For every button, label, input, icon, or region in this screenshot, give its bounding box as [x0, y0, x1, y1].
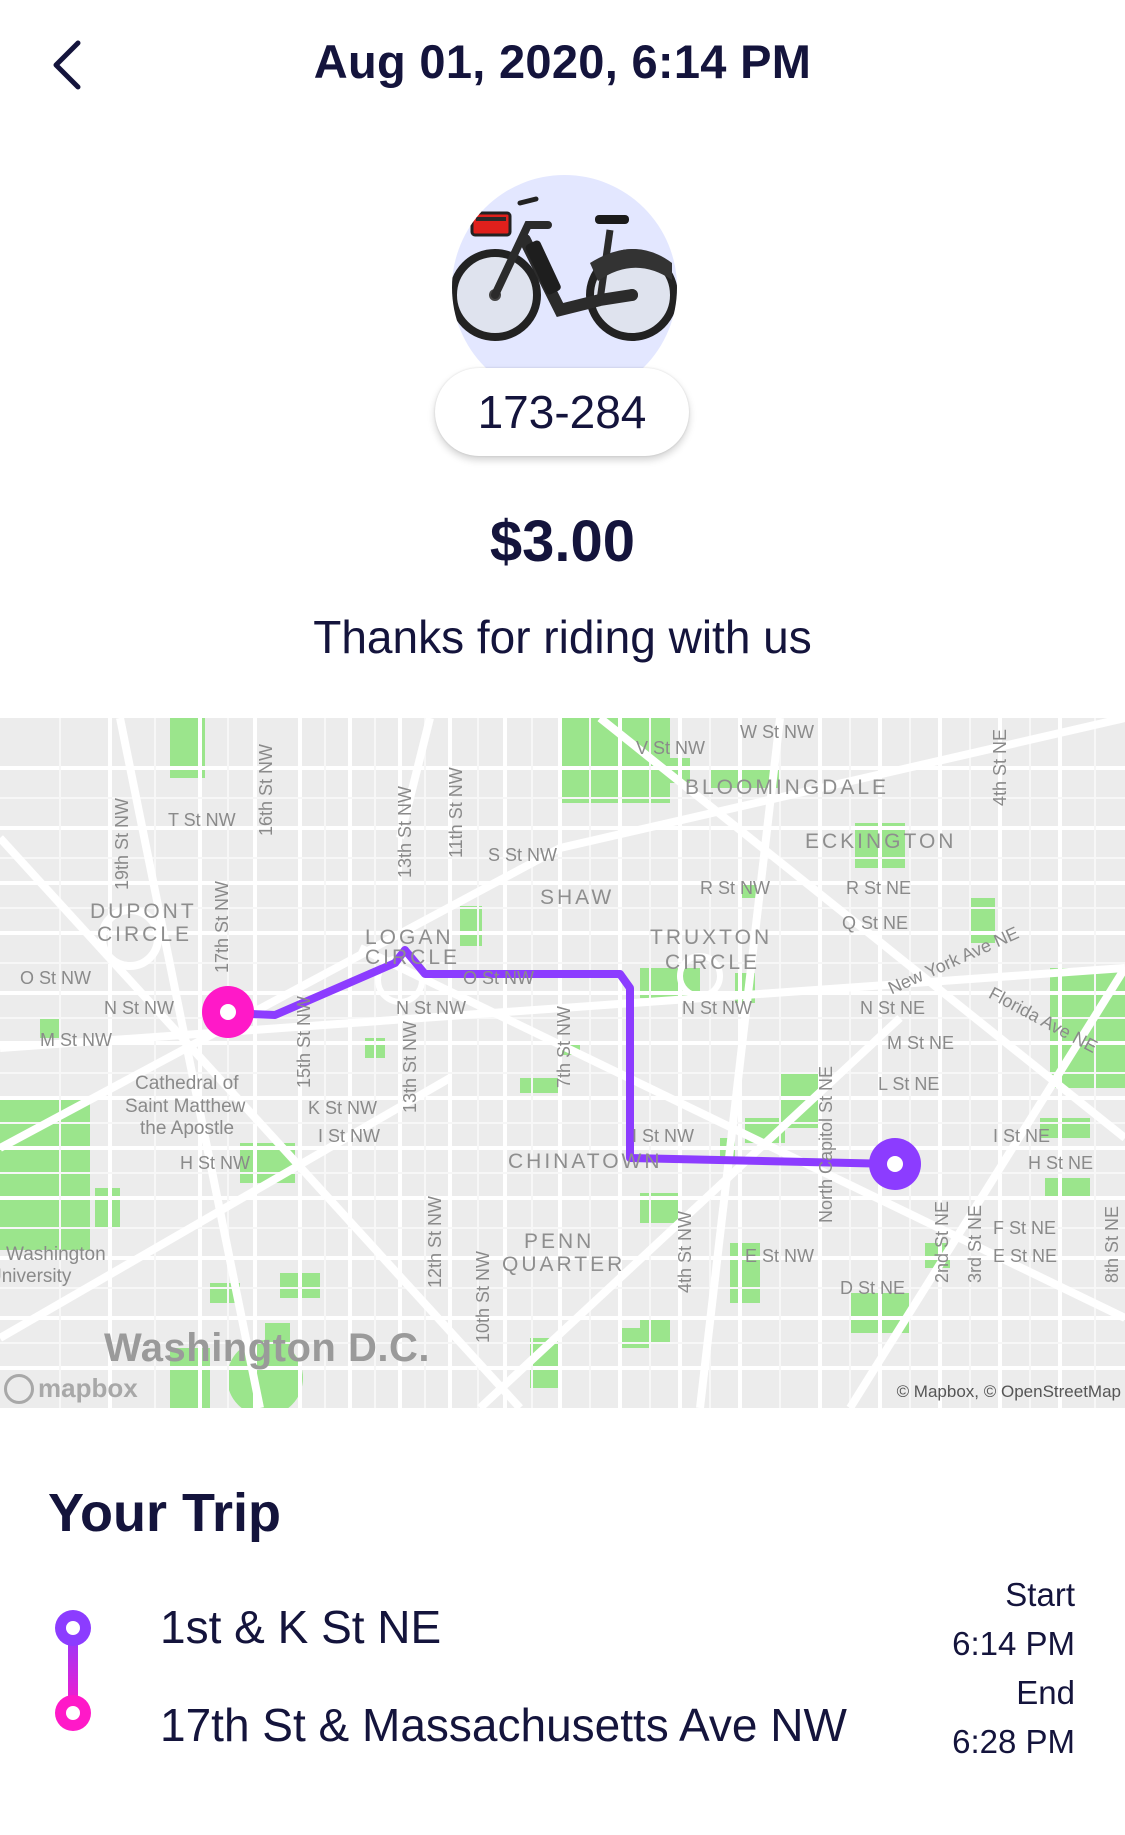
street-label: N St NW	[104, 998, 174, 1018]
street-label: 17th St NW	[212, 880, 232, 973]
bike-id-badge: 173-284	[435, 368, 689, 456]
mapbox-logo[interactable]: mapbox	[4, 1373, 138, 1404]
trip-price: $3.00	[489, 509, 636, 574]
street-label: T St NW	[168, 810, 236, 830]
street-label: 8th St NE	[1102, 1205, 1122, 1283]
street-label: I St NW	[632, 1126, 694, 1146]
street-label: 10th St NW	[473, 1250, 493, 1343]
street-label: K St NW	[308, 1098, 378, 1118]
street-label: N St NW	[396, 998, 466, 1018]
map-label: PENN	[524, 1230, 595, 1253]
end-location-marker	[869, 1138, 921, 1190]
map-label: BLOOMINGDALE	[685, 776, 890, 799]
street-label: E St NE	[993, 1246, 1058, 1266]
street-label: 7th St NW	[554, 1005, 574, 1088]
street-label: M St NE	[887, 1033, 955, 1053]
map-label: ECKINGTON	[805, 830, 957, 853]
trip-section-title: Your Trip	[48, 1483, 282, 1543]
map-label: SHAW	[540, 886, 615, 909]
street-label: Q St NE	[842, 913, 909, 933]
street-label: F St NE	[993, 1218, 1057, 1238]
map-label: CIRCLE	[365, 946, 461, 969]
street-label: H St NE	[1028, 1153, 1094, 1173]
end-label: End	[1016, 1674, 1075, 1711]
map-label: CIRCLE	[665, 951, 761, 974]
place-label: the Apostle	[140, 1118, 235, 1139]
street-label: 15th St NW	[294, 995, 314, 1088]
end-time: 6:28 PM	[952, 1723, 1075, 1760]
bike-icon	[452, 196, 677, 341]
street-label: H St NW	[180, 1153, 250, 1173]
street-label: 2nd St NE	[932, 1200, 952, 1283]
mapbox-wordmark: mapbox	[38, 1373, 138, 1403]
street-label: M St NW	[40, 1030, 112, 1050]
street-label: 11th St NW	[446, 767, 466, 858]
page-title: Aug 01, 2020, 6:14 PM	[313, 35, 812, 88]
street-label: S St NW	[488, 845, 558, 865]
street-label: W St NW	[740, 722, 814, 742]
bike-image	[452, 175, 677, 400]
start-location: 1st & K St NE	[160, 1601, 442, 1653]
map-label: QUARTER	[502, 1253, 626, 1276]
street-label: 13th St NW	[395, 785, 415, 878]
street-label: O St NW	[463, 968, 534, 988]
street-label: O St NW	[20, 968, 91, 988]
street-label: 12th St NW	[425, 1195, 445, 1288]
place-label: Cathedral of	[135, 1073, 239, 1094]
mapbox-icon	[4, 1373, 34, 1404]
thanks-message: Thanks for riding with us	[313, 611, 812, 663]
route-map[interactable]: BLOOMINGDALE ECKINGTON SHAW TRUXTON CIRC…	[0, 718, 1125, 1408]
map-label: CHINATOWN	[508, 1150, 663, 1173]
start-time: 6:14 PM	[952, 1625, 1075, 1662]
street-label: 4th St NW	[675, 1210, 695, 1293]
street-label: 4th St NE	[990, 728, 1010, 806]
street-label: 13th St NW	[400, 1020, 420, 1113]
city-label: Washington D.C.	[104, 1326, 430, 1370]
street-label: L St NE	[878, 1074, 940, 1094]
end-location: 17th St & Massachusetts Ave NW	[160, 1699, 847, 1751]
start-location-marker	[202, 986, 254, 1038]
place-label: Washington	[6, 1244, 106, 1265]
start-label: Start	[1005, 1576, 1075, 1613]
street-label: R St NW	[700, 878, 770, 898]
street-label: 3rd St NE	[965, 1204, 985, 1283]
map-label: DUPONT	[90, 900, 197, 923]
header: Aug 01, 2020, 6:14 PM	[0, 0, 1125, 130]
street-label: R St NE	[846, 878, 912, 898]
map-attribution[interactable]: © Mapbox, © OpenStreetMap	[897, 1382, 1121, 1402]
trip-timeline-icon	[55, 1610, 91, 1731]
bike-id: 173-284	[477, 386, 647, 438]
street-label: 16th St NW	[256, 743, 276, 836]
street-label: D St NE	[840, 1278, 906, 1298]
street-label: N St NE	[860, 998, 926, 1018]
street-label: I St NE	[993, 1126, 1051, 1146]
street-label: N St NW	[682, 998, 752, 1018]
map-label: CIRCLE	[97, 923, 193, 946]
street-label: North Capitol St NE	[816, 1065, 836, 1223]
street-label: E St NW	[745, 1246, 815, 1266]
street-label: V St NW	[636, 738, 706, 758]
place-label: University	[0, 1266, 72, 1287]
place-label: Saint Matthew	[125, 1096, 246, 1117]
street-label: 19th St NW	[112, 797, 132, 890]
street-label: I St NW	[318, 1126, 380, 1146]
trip-times: Start 6:14 PM End 6:28 PM	[952, 1570, 1075, 1766]
map-label: TRUXTON	[650, 926, 773, 949]
